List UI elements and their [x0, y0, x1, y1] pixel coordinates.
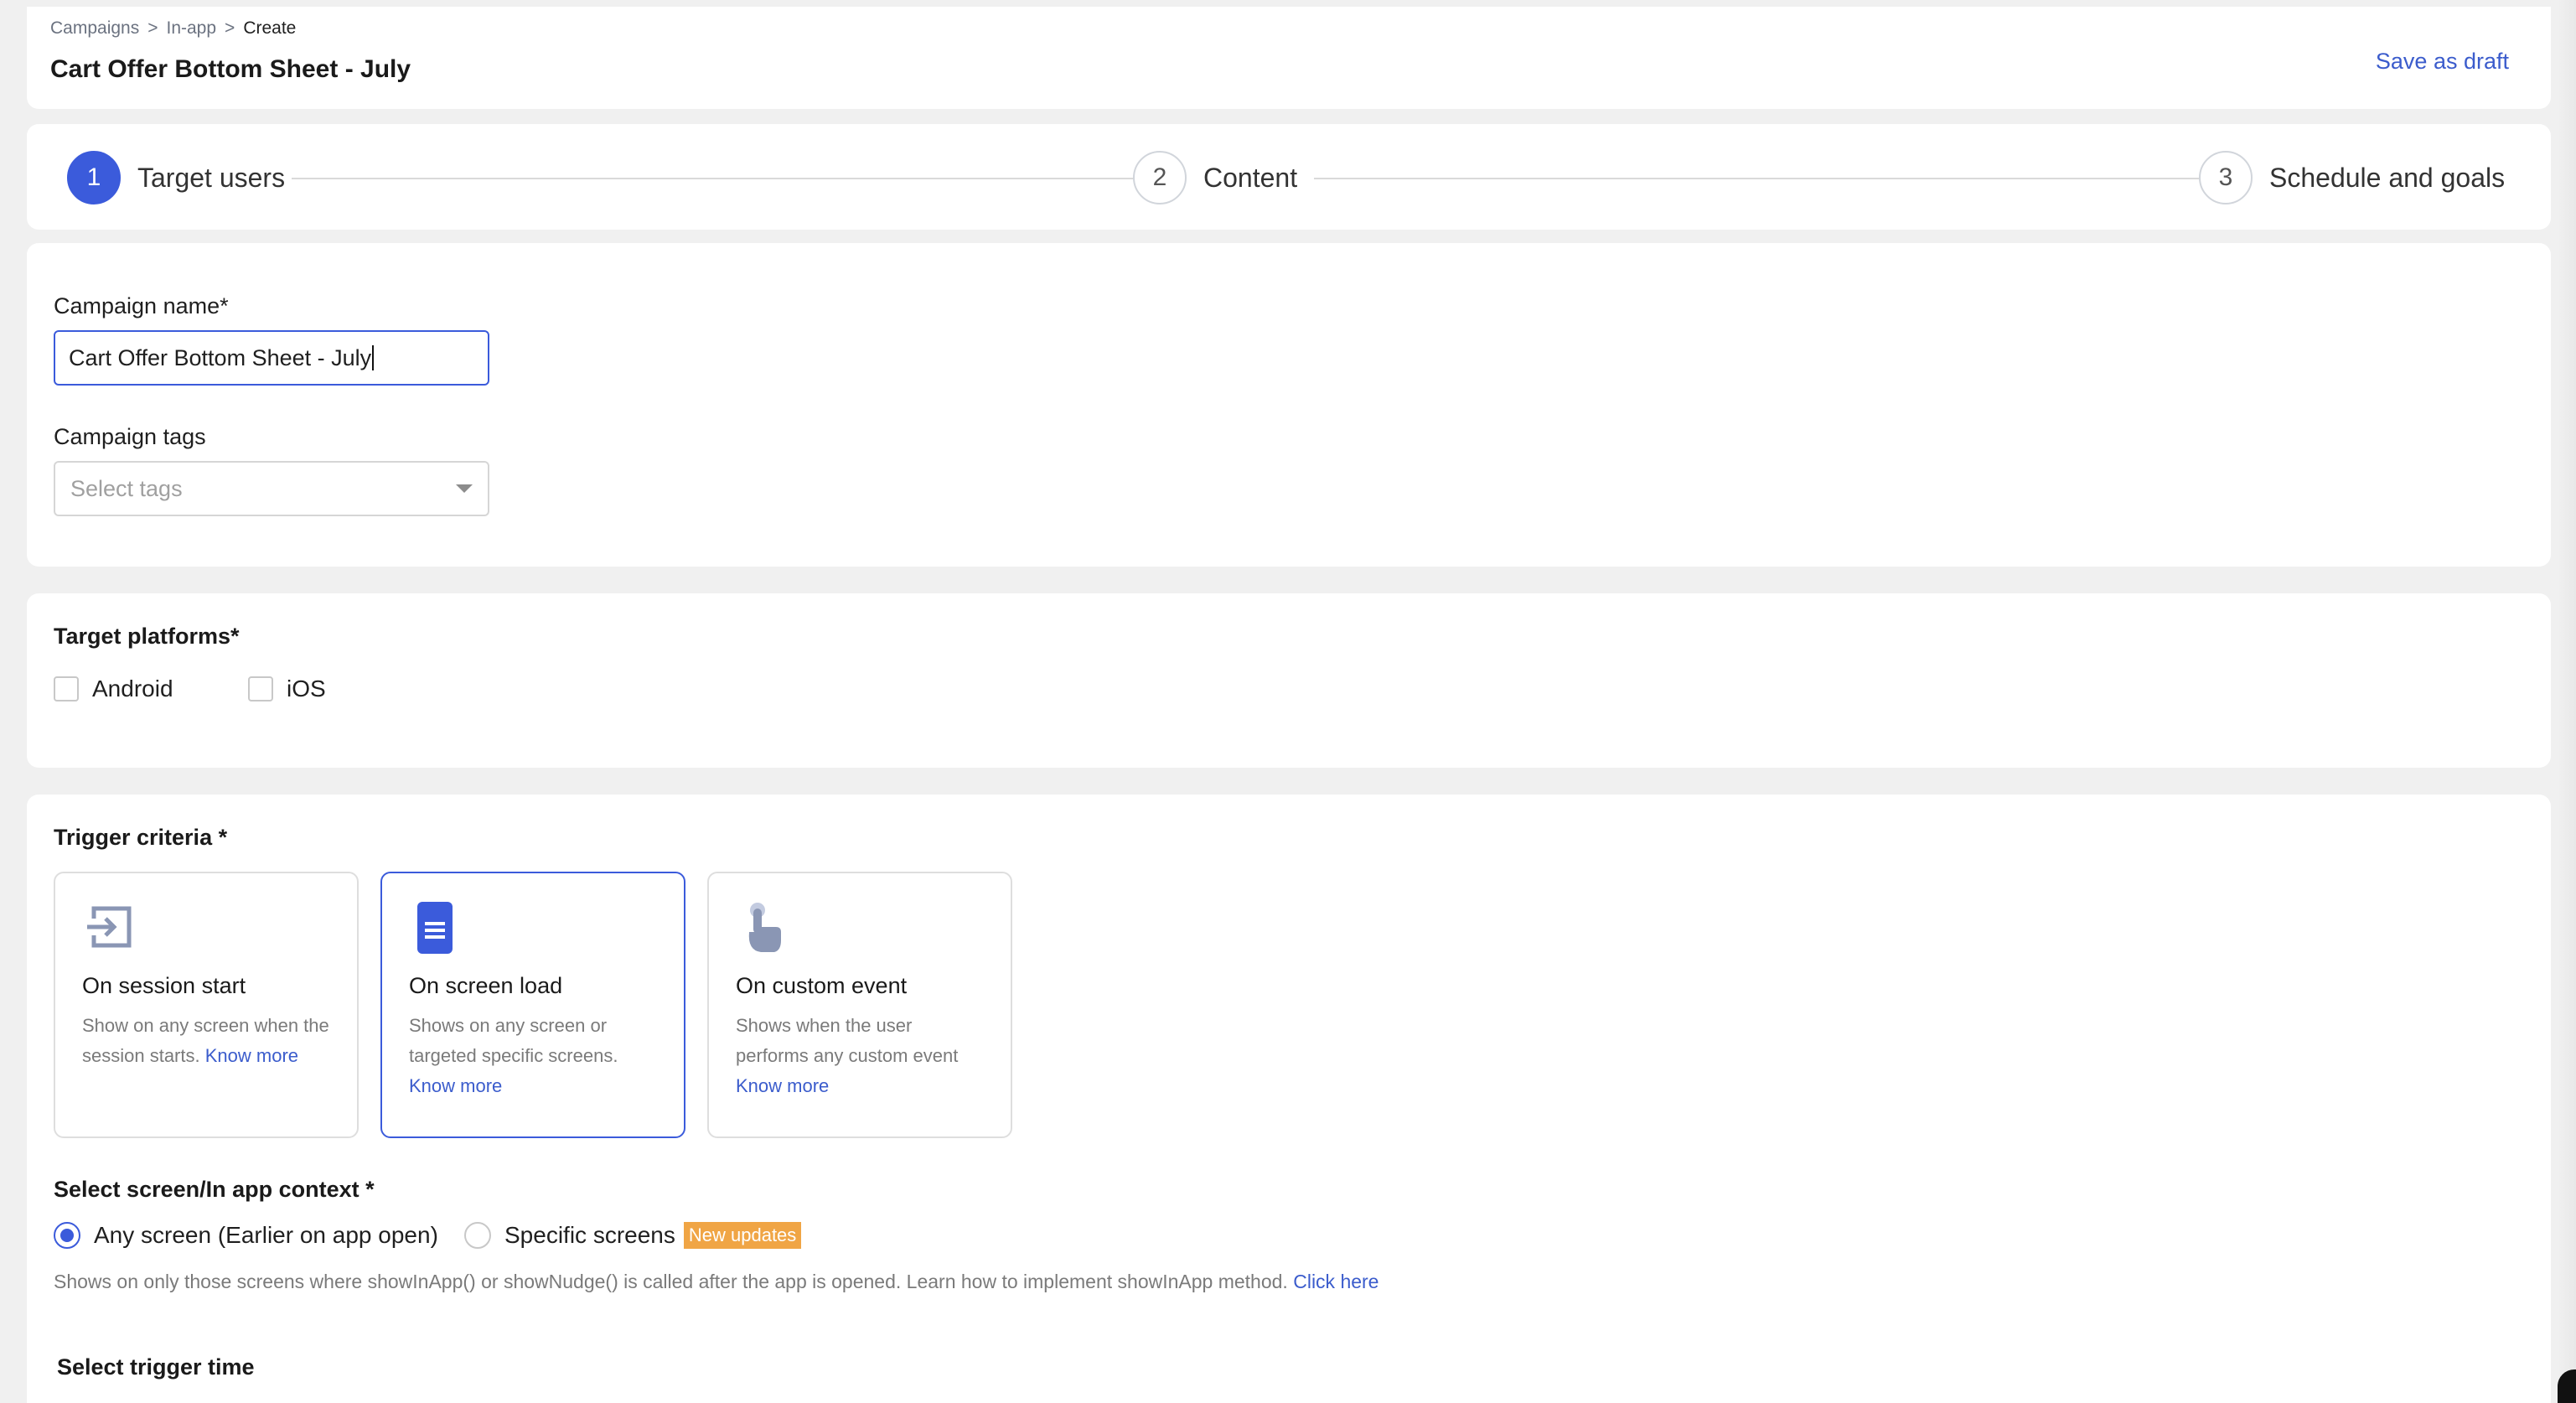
trigger-card-session-start[interactable]: On session start Show on any screen when…: [54, 872, 359, 1138]
target-platforms-title: Target platforms*: [54, 624, 240, 649]
trigger-criteria-title: Trigger criteria *: [54, 825, 228, 850]
any-screen-radio[interactable]: [54, 1222, 80, 1249]
trigger-criteria-section: Trigger criteria * On session start Show…: [27, 795, 2551, 1403]
new-updates-badge: New updates: [683, 1222, 802, 1249]
window-edge: [2558, 0, 2576, 1403]
campaign-name-input[interactable]: Cart Offer Bottom Sheet - July: [54, 330, 489, 386]
ios-checkbox[interactable]: [248, 676, 273, 702]
step-label: Schedule and goals: [2269, 162, 2506, 193]
save-as-draft-button[interactable]: Save as draft: [2376, 49, 2509, 75]
step-label: Content: [1203, 162, 1298, 193]
stepper: 1 Target users 2 Content 3 Schedule and …: [27, 124, 2551, 230]
trigger-card-description: Show on any screen when the session star…: [82, 1011, 330, 1071]
breadcrumb-in-app[interactable]: In-app: [167, 18, 217, 39]
any-screen-label: Any screen (Earlier on app open): [94, 1222, 438, 1248]
ios-label: iOS: [287, 676, 326, 702]
step-content[interactable]: 2 Content: [1133, 151, 1297, 204]
android-label: Android: [92, 676, 173, 702]
android-checkbox-row[interactable]: Android: [54, 676, 173, 702]
trigger-card-title: On session start: [82, 973, 246, 998]
step-target-users[interactable]: 1 Target users: [67, 151, 285, 204]
target-platforms-section: Target platforms* Android iOS: [27, 593, 2551, 768]
breadcrumb: Campaigns > In-app > Create: [50, 18, 296, 39]
campaign-tags-placeholder: Select tags: [70, 475, 183, 501]
trigger-card-desc-text: Shows when the user performs any custom …: [736, 1015, 959, 1066]
session-start-icon: [87, 906, 132, 948]
know-more-link[interactable]: Know more: [205, 1045, 298, 1066]
breadcrumb-separator: >: [225, 18, 235, 38]
breadcrumb-create: Create: [243, 18, 297, 38]
step-connector: [292, 178, 1145, 179]
top-strip: [0, 0, 2576, 7]
click-here-link[interactable]: Click here: [1293, 1271, 1379, 1292]
step-number: 3: [2199, 151, 2253, 204]
trigger-card-desc-text: Shows on any screen or targeted specific…: [409, 1015, 618, 1066]
know-more-link[interactable]: Know more: [736, 1075, 829, 1096]
specific-screens-radio[interactable]: [464, 1222, 491, 1249]
know-more-link[interactable]: Know more: [409, 1075, 502, 1096]
breadcrumb-separator: >: [147, 18, 158, 38]
ios-checkbox-row[interactable]: iOS: [248, 676, 326, 702]
specific-screens-label: Specific screens: [504, 1222, 675, 1248]
step-label: Target users: [137, 162, 286, 193]
step-schedule-and-goals[interactable]: 3 Schedule and goals: [2199, 151, 2505, 204]
screen-context-title: Select screen/In app context *: [54, 1177, 375, 1202]
helper-text: Shows on only those screens where showIn…: [54, 1271, 1288, 1292]
campaign-name-label: Campaign name*: [54, 293, 229, 318]
trigger-time-title: Select trigger time: [57, 1354, 255, 1380]
trigger-card-description: Shows when the user performs any custom …: [736, 1011, 984, 1101]
breadcrumb-campaigns[interactable]: Campaigns: [50, 18, 139, 39]
specific-screens-radio-row[interactable]: Specific screens New updates: [464, 1222, 802, 1249]
step-number: 2: [1133, 151, 1187, 204]
trigger-card-description: Shows on any screen or targeted specific…: [409, 1011, 657, 1101]
campaign-tags-label: Campaign tags: [54, 424, 206, 449]
any-screen-radio-row[interactable]: Any screen (Earlier on app open): [54, 1222, 438, 1249]
campaign-name-value: Cart Offer Bottom Sheet - July: [69, 344, 372, 370]
step-number: 1: [67, 151, 121, 204]
campaign-tags-select[interactable]: Select tags: [54, 461, 489, 516]
context-helper-text: Shows on only those screens where showIn…: [54, 1271, 1379, 1293]
custom-event-icon: [748, 903, 781, 952]
chevron-down-icon: [456, 484, 473, 493]
trigger-card-screen-load[interactable]: On screen load Shows on any screen or ta…: [380, 872, 685, 1138]
text-caret: [372, 345, 375, 370]
campaign-details-section: Campaign name* Cart Offer Bottom Sheet -…: [27, 243, 2551, 567]
trigger-card-title: On custom event: [736, 973, 908, 998]
page-title: Cart Offer Bottom Sheet - July: [50, 55, 411, 83]
step-connector: [1314, 178, 2217, 179]
trigger-card-title: On screen load: [409, 973, 563, 998]
page-header: Campaigns > In-app > Create Cart Offer B…: [27, 7, 2551, 109]
trigger-card-custom-event[interactable]: On custom event Shows when the user perf…: [707, 872, 1012, 1138]
android-checkbox[interactable]: [54, 676, 79, 702]
screen-load-icon: [417, 902, 453, 954]
